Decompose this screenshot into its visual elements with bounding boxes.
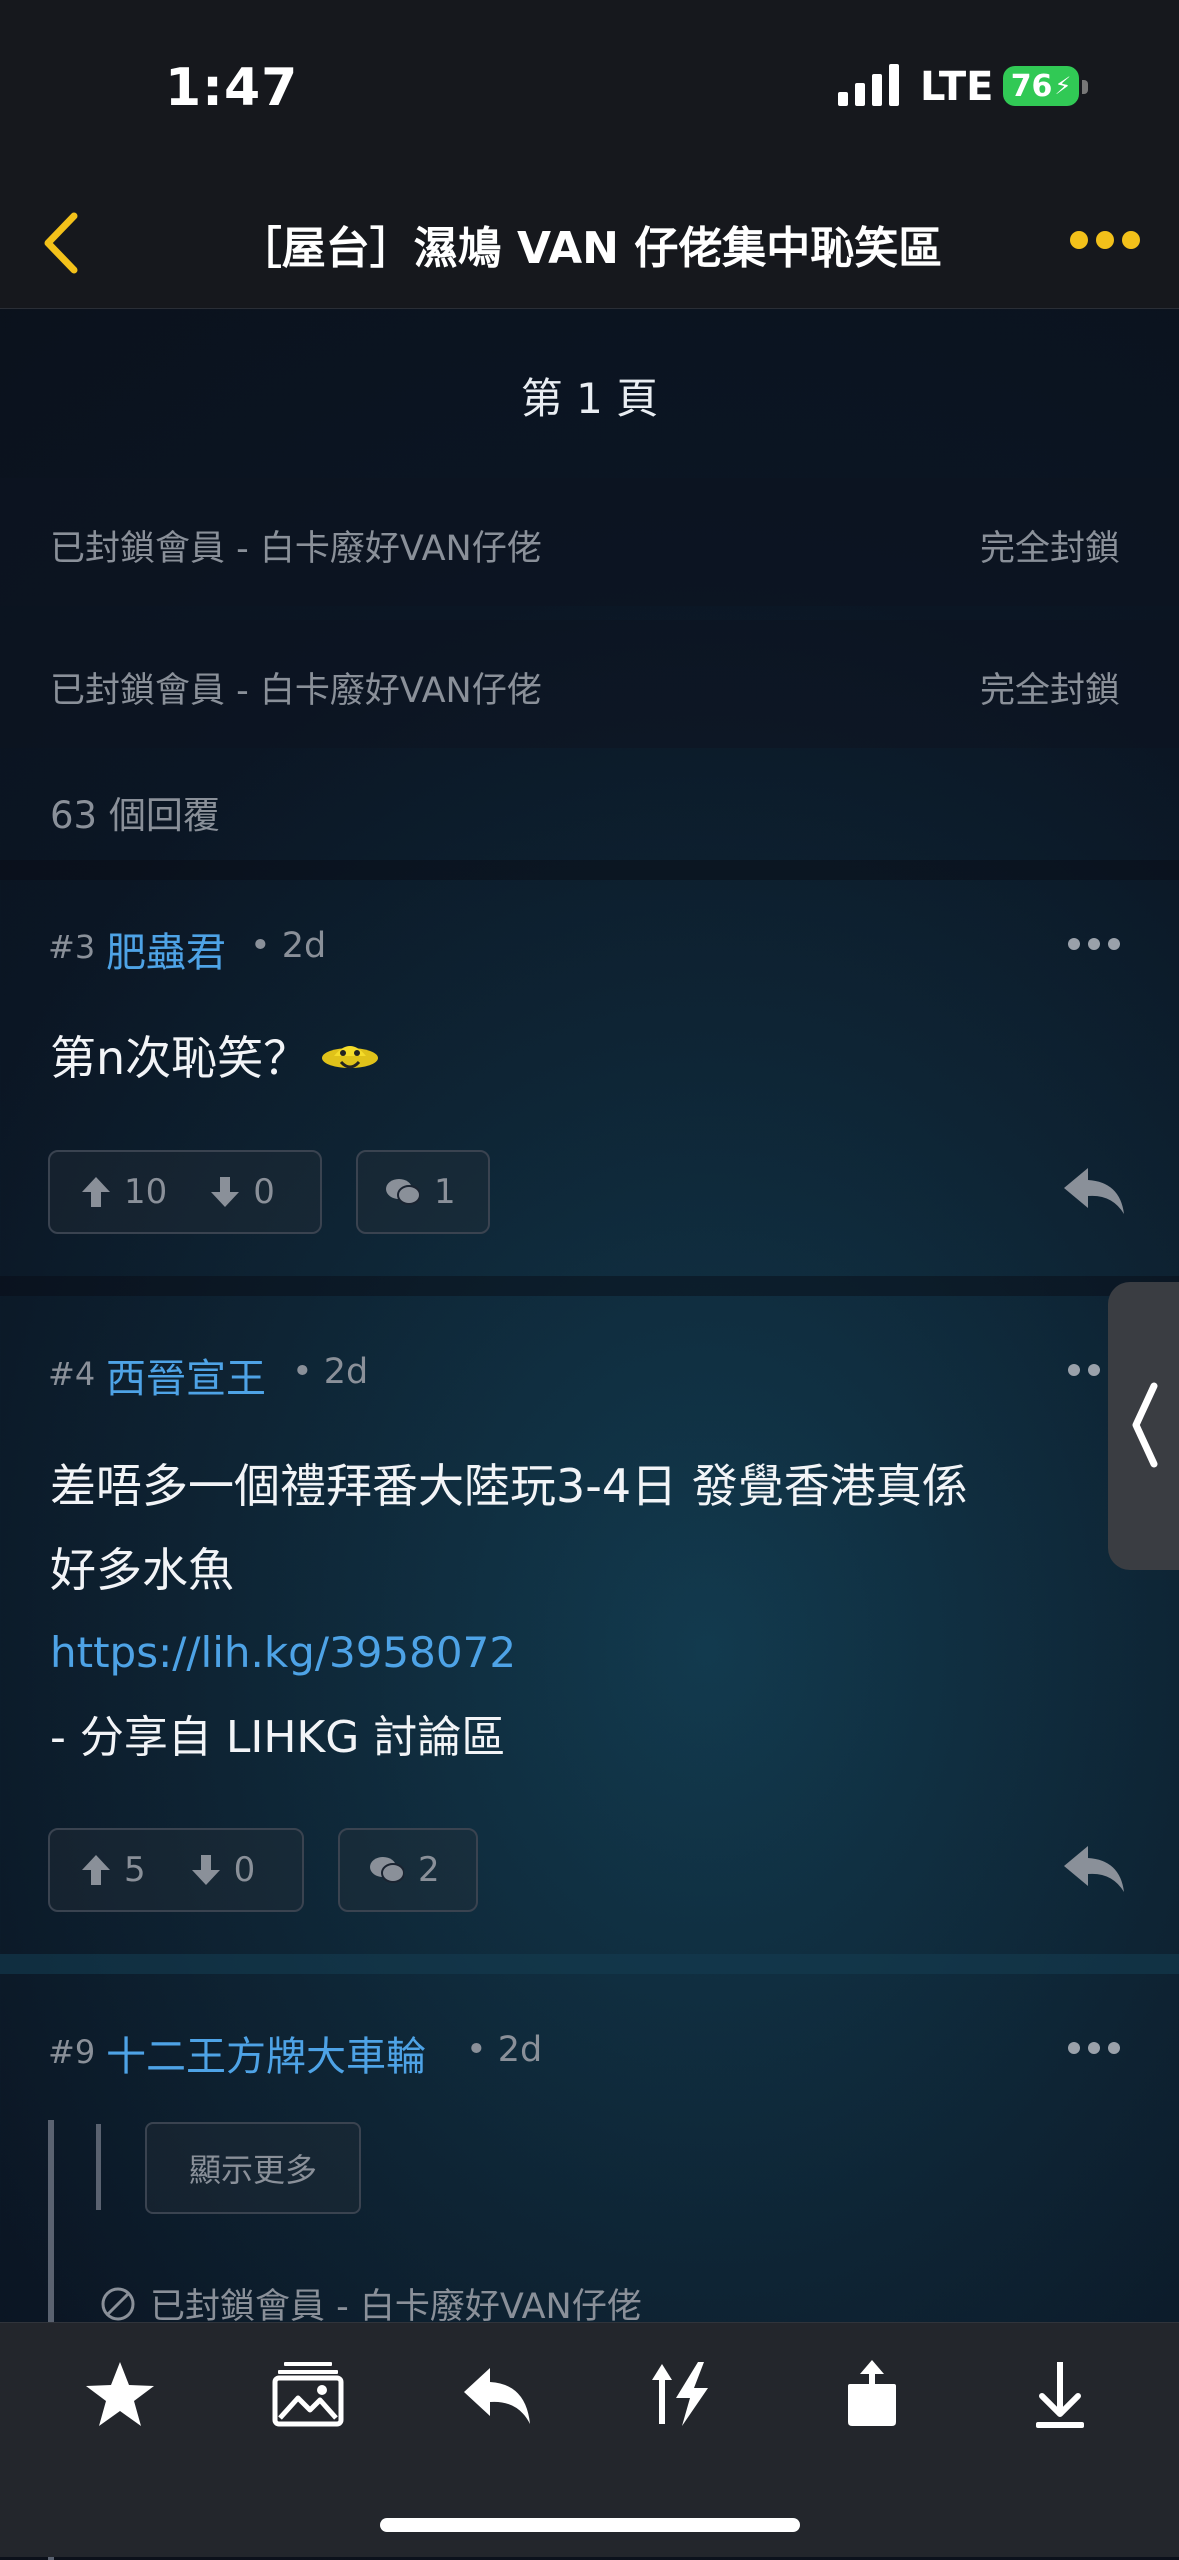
status-time: 1:47 <box>165 58 299 118</box>
comments-button[interactable]: 1 <box>356 1150 490 1234</box>
reply-icon[interactable] <box>1062 1164 1126 1218</box>
blocked-member-row[interactable]: 已封鎖會員 - 白卡廢好VAN仔佬 完全封鎖 <box>0 620 1179 748</box>
comment-count: 1 <box>434 1172 456 1212</box>
network-label: LTE <box>920 64 994 110</box>
post-body: 差唔多一個禮拜番大陸玩3-4日 發覺香港真係 好多水魚 <box>50 1444 1110 1612</box>
blocked-status: 完全封鎖 <box>980 671 1121 711</box>
show-more-button[interactable]: 顯示更多 <box>145 2122 361 2214</box>
upvote-button[interactable]: 5 <box>82 1850 146 1890</box>
reply-count: 63 個回覆 <box>50 794 220 837</box>
post-body: 第n次恥笑？ <box>50 1016 381 1100</box>
post-text-line: 好多水魚 <box>50 1543 234 1597</box>
upvote-count: 5 <box>124 1850 146 1890</box>
vote-box: 5 0 <box>48 1828 304 1912</box>
post-author[interactable]: 肥蟲君 <box>106 920 226 978</box>
post-footer: - 分享自 LIHKG 討論區 <box>50 1712 506 1763</box>
home-indicator[interactable] <box>380 2518 800 2532</box>
post-number: #4 <box>48 1355 96 1393</box>
post-author[interactable]: 十二王方牌大車輪 <box>106 2024 426 2082</box>
post-time: • 2d <box>250 926 327 966</box>
star-icon[interactable] <box>84 2358 156 2430</box>
post-time: • 2d <box>466 2030 543 2070</box>
downvote-count: 0 <box>253 1172 275 1212</box>
downvote-icon <box>191 1855 220 1885</box>
post-author[interactable]: 西晉宣王 <box>106 1346 266 1404</box>
blocked-member-row[interactable]: 已封鎖會員 - 白卡廢好VAN仔佬 完全封鎖 <box>0 478 1179 606</box>
post-time: • 2d <box>292 1352 369 1392</box>
signal-icon <box>838 64 899 106</box>
post-text: 第n次恥笑？ <box>50 1031 310 1085</box>
upvote-count: 10 <box>124 1172 168 1212</box>
upvote-icon <box>82 1855 110 1885</box>
divider <box>0 1276 1179 1296</box>
battery-nub <box>1082 80 1088 94</box>
blocked-status: 完全封鎖 <box>980 529 1121 569</box>
blocked-icon <box>101 2287 135 2320</box>
upvote-button[interactable]: 10 <box>82 1172 167 1212</box>
downvote-icon <box>211 1177 240 1207</box>
quote-bar <box>96 2124 101 2210</box>
downvote-count: 0 <box>233 1850 256 1890</box>
gallery-icon[interactable] <box>272 2358 344 2430</box>
post-text-line: 差唔多一個禮拜番大陸玩3-4日 發覺香港真係 <box>50 1459 968 1513</box>
comment-icon <box>370 1857 404 1883</box>
divider <box>0 1954 1179 1974</box>
vote-box: 10 0 <box>48 1150 322 1234</box>
share-icon[interactable] <box>836 2358 908 2430</box>
emoji-icon <box>322 1046 379 1069</box>
upvote-icon <box>82 1177 110 1207</box>
blocked-member-text: 已封鎖會員 - 白卡廢好VAN仔佬 <box>50 529 542 569</box>
battery-level: 76 <box>1010 68 1053 104</box>
page-label: 第 1 頁 <box>520 374 659 423</box>
divider <box>0 860 1179 880</box>
comments-button[interactable]: 2 <box>338 1828 478 1912</box>
jump-to-bottom-icon[interactable] <box>1024 2358 1096 2430</box>
downvote-button[interactable]: 0 <box>211 1172 275 1212</box>
blocked-member-text: 已封鎖會員 - 白卡廢好VAN仔佬 <box>50 671 542 711</box>
post-number: #9 <box>48 2033 96 2071</box>
reply-icon[interactable] <box>1062 1842 1126 1896</box>
reply-all-icon[interactable] <box>460 2358 532 2430</box>
back-chevron-icon[interactable] <box>38 210 88 276</box>
post-number: #3 <box>48 928 96 966</box>
comment-icon <box>386 1179 420 1205</box>
downvote-button[interactable]: 0 <box>191 1850 256 1890</box>
post-more-icon[interactable] <box>1068 938 1128 954</box>
post-link[interactable]: https://lih.kg/3958072 <box>50 1628 516 1677</box>
post-more-icon[interactable] <box>1068 2042 1128 2058</box>
chevron-left-icon <box>1132 1382 1158 1468</box>
sort-flash-icon[interactable] <box>648 2358 720 2430</box>
comment-count: 2 <box>418 1850 440 1890</box>
battery-icon: 76 ⚡ <box>1003 66 1079 106</box>
thread-title: ［屋台］濕鳩 VAN 仔佬集中恥笑區 <box>237 223 943 274</box>
more-options-icon[interactable] <box>1070 225 1150 255</box>
